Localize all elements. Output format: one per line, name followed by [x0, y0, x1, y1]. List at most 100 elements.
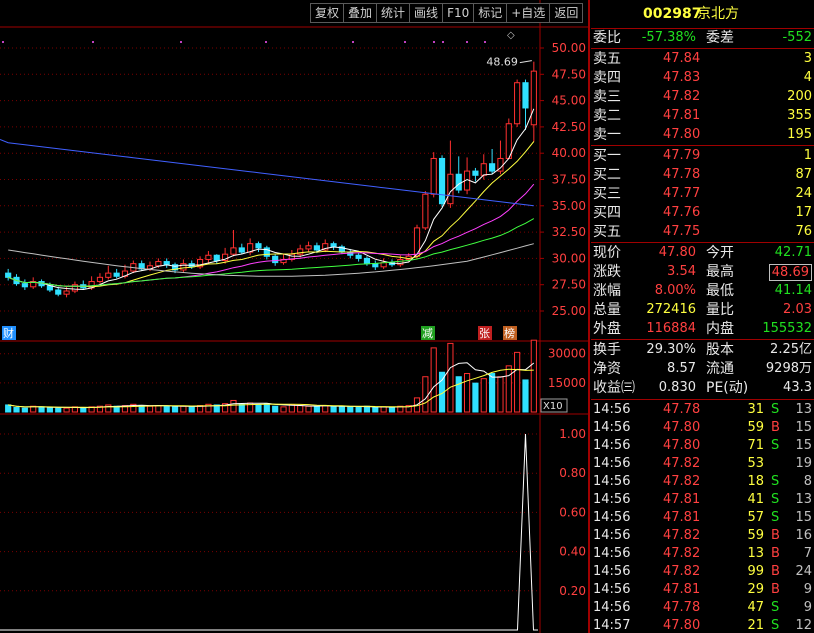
tick-direction: B	[771, 546, 780, 561]
tick-count: 19	[795, 456, 812, 471]
candle-body	[272, 255, 279, 264]
weibi-label: 委比	[593, 30, 621, 46]
volume-bar	[497, 376, 504, 413]
tick-row: 14:56 47.80 71 S 15	[591, 437, 814, 455]
tick-volume: 47	[747, 600, 764, 615]
volume-bar	[188, 406, 195, 413]
candle-body	[372, 263, 379, 268]
bid-level-label: 买一	[593, 148, 621, 164]
candle-body	[363, 257, 371, 265]
bid-level-label: 买五	[593, 224, 621, 240]
tick-direction: B	[771, 564, 780, 579]
tick-price: 47.81	[663, 582, 701, 597]
tick-count: 13	[795, 402, 812, 417]
kline-chart[interactable]: 50.00 47.50 45.00 42.50 40.00 37.50 35.00 32.50…	[0, 0, 590, 633]
tick-volume: 99	[747, 564, 764, 579]
candle-body	[21, 283, 28, 288]
draw-line-button[interactable]: 画线	[409, 3, 443, 23]
tick-volume: 59	[747, 528, 764, 543]
volume-bar	[63, 407, 70, 413]
tick-time: 14:56	[593, 546, 631, 561]
info-label: 净资	[593, 361, 621, 377]
tick-price: 47.78	[663, 402, 701, 417]
tick-row: 14:56 47.81 29 B 9	[591, 581, 814, 599]
tick-row: 14:56 47.80 59 B 15	[591, 419, 814, 437]
tick-price: 47.78	[663, 600, 701, 615]
tick-direction: S	[771, 402, 780, 417]
info-row: 净资 8.57 流通 9298万	[591, 360, 814, 378]
ask-level: 卖二 47.81 355	[591, 107, 814, 125]
candle-body	[397, 258, 404, 266]
info-label: 股本	[706, 342, 734, 358]
indicator-axis-label: 1.00	[559, 427, 586, 441]
statistics-button[interactable]: 统计	[376, 3, 410, 23]
tick-time: 14:56	[593, 438, 631, 453]
mark-button[interactable]: 标记	[473, 3, 507, 23]
bid-level-price: 47.76	[663, 205, 701, 220]
tick-row: 14:56 47.81 57 S 15	[591, 509, 814, 527]
info-row: 收益㈢ 0.830 PE(动) 43.3	[591, 379, 814, 397]
ask-level: 卖三 47.82 200	[591, 88, 814, 106]
tick-direction: B	[771, 582, 780, 597]
tick-count: 15	[795, 420, 812, 435]
tick-time: 14:56	[593, 492, 631, 507]
candle-body	[330, 243, 337, 248]
overlay-button[interactable]: 叠加	[343, 3, 377, 23]
restore-rights-button[interactable]: 复权	[310, 3, 344, 23]
volume-bar	[338, 405, 346, 413]
bid-level-volume: 76	[795, 224, 812, 239]
tick-time: 14:57	[593, 618, 631, 633]
tick-row: 14:56 47.81 41 S 13	[591, 491, 814, 509]
tick-direction: S	[771, 618, 780, 633]
candle-body	[530, 70, 537, 126]
volume-bar	[155, 405, 162, 413]
event-dot	[352, 41, 354, 43]
tick-count: 8	[803, 474, 812, 489]
event-dot	[433, 41, 435, 43]
quote-label: 总量	[593, 302, 621, 318]
high-price-label: 48.69	[486, 56, 518, 69]
candle-body	[447, 173, 454, 205]
tick-row: 14:56 47.78 31 S 13	[591, 401, 814, 419]
candle-body	[155, 261, 162, 267]
volume-bar	[146, 405, 154, 413]
quote-label: 外盘	[593, 321, 621, 337]
quote-value: 155532	[762, 321, 812, 336]
bid-level: 买四 47.76 17	[591, 204, 814, 222]
ask-level-volume: 355	[787, 108, 812, 123]
volume-bar	[38, 406, 45, 413]
quote-label: 最低	[706, 283, 734, 299]
tick-row: 14:57 47.80 21 S 12	[591, 617, 814, 633]
tick-price: 47.82	[663, 546, 701, 561]
volume-bar	[355, 407, 362, 413]
candle-body	[313, 245, 320, 251]
volume-bar	[272, 405, 279, 413]
tick-volume: 57	[747, 510, 764, 525]
event-dot	[466, 41, 468, 43]
volume-bar	[297, 405, 304, 413]
quote-label: 涨跌	[593, 264, 621, 280]
add-watchlist-button[interactable]: +自选	[506, 3, 550, 23]
volume-bar	[238, 403, 245, 413]
volume-bar	[5, 404, 12, 413]
candle-body	[305, 245, 312, 250]
price-axis-label: 47.50	[552, 67, 586, 81]
bid-level: 买三 47.77 24	[591, 185, 814, 203]
volume-bar	[46, 407, 53, 413]
candle-body	[422, 193, 429, 229]
volume-ma10-line	[8, 368, 534, 408]
volume-bar	[255, 404, 262, 413]
f10-button[interactable]: F10	[442, 3, 474, 23]
info-row: 换手 29.30% 股本 2.25亿	[591, 341, 814, 359]
info-value: 9298万	[765, 361, 812, 376]
back-button[interactable]: 返回	[549, 3, 584, 23]
volume-bar	[163, 405, 170, 413]
info-value: 43.3	[783, 380, 812, 395]
volume-axis-label: 15000	[548, 376, 586, 390]
bid-level-label: 买二	[593, 167, 621, 183]
tick-direction: S	[771, 600, 780, 615]
quote-row: 总量 272416 量比 2.03	[591, 301, 814, 319]
volume-bar	[13, 407, 20, 413]
event-dot	[484, 41, 486, 43]
price-axis-label: 27.50	[552, 278, 586, 292]
